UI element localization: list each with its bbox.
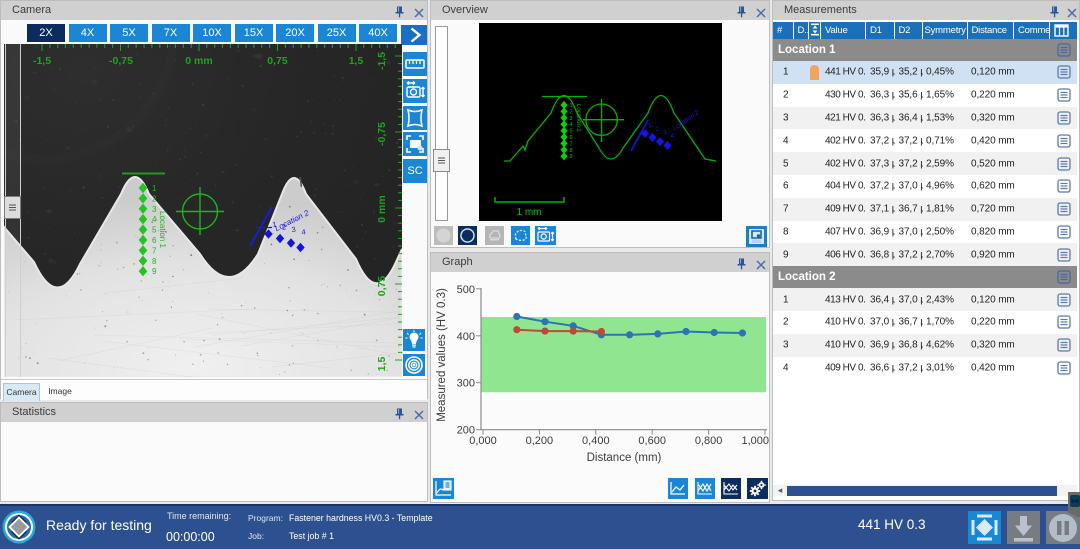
svg-text:-1,5: -1,5 xyxy=(33,55,51,67)
svg-text:400: 400 xyxy=(457,331,475,343)
svg-text:1: 1 xyxy=(570,103,573,109)
svg-text:1,000: 1,000 xyxy=(741,435,769,447)
svg-text:2: 2 xyxy=(570,109,573,115)
svg-text:0,000: 0,000 xyxy=(469,435,497,447)
svg-text:1 mm: 1 mm xyxy=(517,207,542,218)
svg-text:8: 8 xyxy=(570,148,573,154)
svg-text:5: 5 xyxy=(152,226,157,235)
svg-text:0,600: 0,600 xyxy=(638,435,666,447)
svg-text:7: 7 xyxy=(152,246,157,255)
svg-text:5: 5 xyxy=(570,129,573,135)
svg-text:1: 1 xyxy=(152,184,157,193)
svg-text:0,75: 0,75 xyxy=(376,276,388,297)
svg-text:0 mm: 0 mm xyxy=(185,55,212,67)
svg-text:8: 8 xyxy=(152,257,157,266)
svg-text:9: 9 xyxy=(152,267,157,276)
svg-text:0,200: 0,200 xyxy=(526,435,554,447)
svg-text:6: 6 xyxy=(570,135,573,141)
svg-text:2: 2 xyxy=(152,194,157,203)
svg-text:Location 1: Location 1 xyxy=(575,104,581,132)
svg-text:4: 4 xyxy=(152,215,157,224)
svg-text:-1,5: -1,5 xyxy=(376,52,388,70)
svg-text:-0,75: -0,75 xyxy=(109,55,133,67)
svg-text:7: 7 xyxy=(570,141,573,147)
svg-text:4: 4 xyxy=(570,122,573,128)
svg-text:9: 9 xyxy=(570,154,573,160)
svg-text:0 mm: 0 mm xyxy=(376,195,388,222)
svg-text:Location 1: Location 1 xyxy=(158,211,167,248)
svg-text:6: 6 xyxy=(152,236,157,245)
svg-text:Measured values (HV 0.3): Measured values (HV 0.3) xyxy=(436,288,448,422)
svg-text:1,5: 1,5 xyxy=(376,357,388,372)
svg-text:0,400: 0,400 xyxy=(582,435,610,447)
svg-text:0,800: 0,800 xyxy=(695,435,723,447)
svg-text:500: 500 xyxy=(457,284,475,296)
svg-text:-0,75: -0,75 xyxy=(376,122,388,146)
svg-text:300: 300 xyxy=(457,378,475,390)
svg-text:3: 3 xyxy=(570,116,573,122)
svg-text:0,75: 0,75 xyxy=(267,55,288,67)
svg-text:Distance (mm): Distance (mm) xyxy=(587,452,662,464)
svg-text:1,5: 1,5 xyxy=(349,55,364,67)
svg-text:3: 3 xyxy=(152,205,157,214)
